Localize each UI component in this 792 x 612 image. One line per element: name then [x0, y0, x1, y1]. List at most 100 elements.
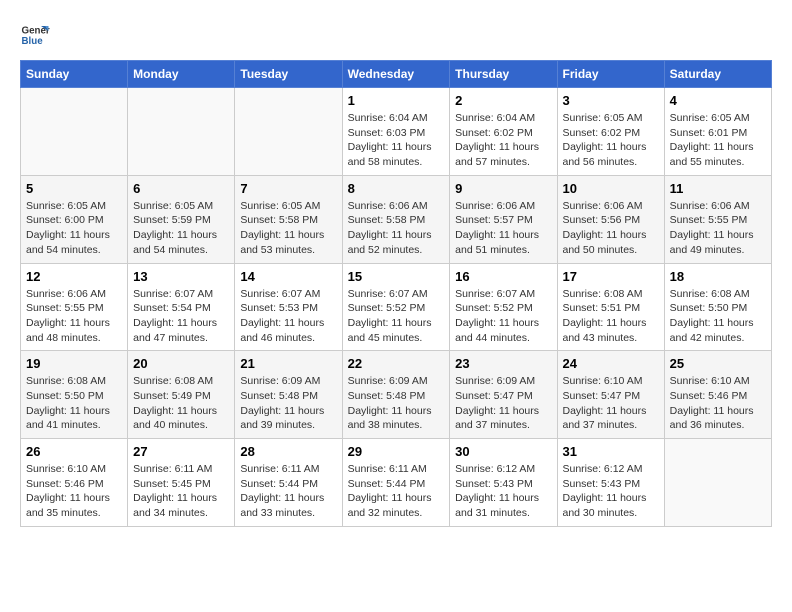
day-cell: 11Sunrise: 6:06 AM Sunset: 5:55 PM Dayli…: [664, 175, 771, 263]
day-cell: 8 Sunrise: 6:06 AM Sunset: 5:58 PM Daylig…: [342, 175, 450, 263]
day-cell: 21Sunrise: 6:09 AM Sunset: 5:48 PM Dayli…: [235, 351, 342, 439]
day-number: 18: [670, 269, 766, 284]
day-info: Sunrise: 6:10 AM Sunset: 5:46 PM Dayligh…: [670, 374, 766, 433]
day-info: Sunrise: 6:11 AM Sunset: 5:44 PM Dayligh…: [348, 462, 445, 521]
day-info: Sunrise: 6:08 AM Sunset: 5:49 PM Dayligh…: [133, 374, 229, 433]
header-cell-tuesday: Tuesday: [235, 61, 342, 88]
day-info: Sunrise: 6:06 AM Sunset: 5:57 PM Dayligh…: [455, 199, 551, 258]
day-number: 4: [670, 93, 766, 108]
day-number: 17: [563, 269, 659, 284]
calendar-table: SundayMondayTuesdayWednesdayThursdayFrid…: [20, 60, 772, 527]
header-cell-friday: Friday: [557, 61, 664, 88]
day-number: 12: [26, 269, 122, 284]
day-cell: 17 Sunrise: 6:08 AM Sunset: 5:51 PM Dayli…: [557, 263, 664, 351]
day-number: 5: [26, 181, 122, 196]
header-cell-saturday: Saturday: [664, 61, 771, 88]
page-header: General Blue: [20, 20, 772, 50]
day-cell: 9 Sunrise: 6:06 AM Sunset: 5:57 PM Daylig…: [450, 175, 557, 263]
day-number: 1: [348, 93, 445, 108]
day-cell: 6 Sunrise: 6:05 AM Sunset: 5:59 PM Daylig…: [128, 175, 235, 263]
day-cell: 15 Sunrise: 6:07 AM Sunset: 5:52 PM Dayli…: [342, 263, 450, 351]
day-info: Sunrise: 6:05 AM Sunset: 5:59 PM Dayligh…: [133, 199, 229, 258]
day-cell: 4Sunrise: 6:05 AM Sunset: 6:01 PM Daylig…: [664, 88, 771, 176]
day-cell: 1 Sunrise: 6:04 AM Sunset: 6:03 PM Daylig…: [342, 88, 450, 176]
day-cell: 27 Sunrise: 6:11 AM Sunset: 5:45 PM Dayli…: [128, 439, 235, 527]
day-info: Sunrise: 6:09 AM Sunset: 5:47 PM Dayligh…: [455, 374, 551, 433]
day-number: 19: [26, 356, 122, 371]
day-cell: 23 Sunrise: 6:09 AM Sunset: 5:47 PM Dayli…: [450, 351, 557, 439]
day-number: 27: [133, 444, 229, 459]
day-cell: 14 Sunrise: 6:07 AM Sunset: 5:53 PM Dayli…: [235, 263, 342, 351]
day-number: 29: [348, 444, 445, 459]
day-info: Sunrise: 6:09 AM Sunset: 5:48 PM Dayligh…: [240, 374, 336, 433]
header-row: SundayMondayTuesdayWednesdayThursdayFrid…: [21, 61, 772, 88]
day-number: 15: [348, 269, 445, 284]
day-cell: 16Sunrise: 6:07 AM Sunset: 5:52 PM Dayli…: [450, 263, 557, 351]
day-cell: 26Sunrise: 6:10 AM Sunset: 5:46 PM Dayli…: [21, 439, 128, 527]
day-info: Sunrise: 6:05 AM Sunset: 6:02 PM Dayligh…: [563, 111, 659, 170]
day-number: 30: [455, 444, 551, 459]
day-cell: 30 Sunrise: 6:12 AM Sunset: 5:43 PM Dayli…: [450, 439, 557, 527]
header-cell-monday: Monday: [128, 61, 235, 88]
day-cell: 31Sunrise: 6:12 AM Sunset: 5:43 PM Dayli…: [557, 439, 664, 527]
day-info: Sunrise: 6:08 AM Sunset: 5:51 PM Dayligh…: [563, 287, 659, 346]
svg-text:Blue: Blue: [22, 36, 44, 47]
day-number: 7: [240, 181, 336, 196]
day-info: Sunrise: 6:08 AM Sunset: 5:50 PM Dayligh…: [26, 374, 122, 433]
day-info: Sunrise: 6:04 AM Sunset: 6:03 PM Dayligh…: [348, 111, 445, 170]
day-info: Sunrise: 6:08 AM Sunset: 5:50 PM Dayligh…: [670, 287, 766, 346]
day-cell: 3 Sunrise: 6:05 AM Sunset: 6:02 PM Daylig…: [557, 88, 664, 176]
day-cell: 10 Sunrise: 6:06 AM Sunset: 5:56 PM Dayli…: [557, 175, 664, 263]
day-number: 28: [240, 444, 336, 459]
day-number: 2: [455, 93, 551, 108]
day-info: Sunrise: 6:07 AM Sunset: 5:53 PM Dayligh…: [240, 287, 336, 346]
day-number: 8: [348, 181, 445, 196]
day-cell: 29 Sunrise: 6:11 AM Sunset: 5:44 PM Dayli…: [342, 439, 450, 527]
day-info: Sunrise: 6:11 AM Sunset: 5:44 PM Dayligh…: [240, 462, 336, 521]
day-number: 14: [240, 269, 336, 284]
week-row-4: 19 Sunrise: 6:08 AM Sunset: 5:50 PM Dayli…: [21, 351, 772, 439]
day-cell: 25 Sunrise: 6:10 AM Sunset: 5:46 PM Dayli…: [664, 351, 771, 439]
day-cell: [21, 88, 128, 176]
header-cell-sunday: Sunday: [21, 61, 128, 88]
day-cell: 18 Sunrise: 6:08 AM Sunset: 5:50 PM Dayli…: [664, 263, 771, 351]
day-cell: [235, 88, 342, 176]
day-cell: 12Sunrise: 6:06 AM Sunset: 5:55 PM Dayli…: [21, 263, 128, 351]
week-row-1: 1 Sunrise: 6:04 AM Sunset: 6:03 PM Daylig…: [21, 88, 772, 176]
day-info: Sunrise: 6:06 AM Sunset: 5:55 PM Dayligh…: [670, 199, 766, 258]
day-cell: 19 Sunrise: 6:08 AM Sunset: 5:50 PM Dayli…: [21, 351, 128, 439]
day-number: 6: [133, 181, 229, 196]
day-number: 26: [26, 444, 122, 459]
day-info: Sunrise: 6:10 AM Sunset: 5:47 PM Dayligh…: [563, 374, 659, 433]
day-cell: 5 Sunrise: 6:05 AM Sunset: 6:00 PM Daylig…: [21, 175, 128, 263]
day-info: Sunrise: 6:12 AM Sunset: 5:43 PM Dayligh…: [455, 462, 551, 521]
day-cell: 13Sunrise: 6:07 AM Sunset: 5:54 PM Dayli…: [128, 263, 235, 351]
day-cell: 7 Sunrise: 6:05 AM Sunset: 5:58 PM Daylig…: [235, 175, 342, 263]
day-number: 10: [563, 181, 659, 196]
day-number: 25: [670, 356, 766, 371]
day-info: Sunrise: 6:09 AM Sunset: 5:48 PM Dayligh…: [348, 374, 445, 433]
day-info: Sunrise: 6:11 AM Sunset: 5:45 PM Dayligh…: [133, 462, 229, 521]
logo: General Blue: [20, 20, 50, 50]
day-info: Sunrise: 6:05 AM Sunset: 5:58 PM Dayligh…: [240, 199, 336, 258]
day-cell: 20Sunrise: 6:08 AM Sunset: 5:49 PM Dayli…: [128, 351, 235, 439]
day-cell: [664, 439, 771, 527]
header-cell-thursday: Thursday: [450, 61, 557, 88]
day-cell: 22 Sunrise: 6:09 AM Sunset: 5:48 PM Dayli…: [342, 351, 450, 439]
day-info: Sunrise: 6:07 AM Sunset: 5:52 PM Dayligh…: [455, 287, 551, 346]
day-info: Sunrise: 6:07 AM Sunset: 5:54 PM Dayligh…: [133, 287, 229, 346]
day-info: Sunrise: 6:05 AM Sunset: 6:00 PM Dayligh…: [26, 199, 122, 258]
day-cell: 2 Sunrise: 6:04 AM Sunset: 6:02 PM Daylig…: [450, 88, 557, 176]
day-number: 22: [348, 356, 445, 371]
week-row-2: 5 Sunrise: 6:05 AM Sunset: 6:00 PM Daylig…: [21, 175, 772, 263]
day-info: Sunrise: 6:06 AM Sunset: 5:56 PM Dayligh…: [563, 199, 659, 258]
header-cell-wednesday: Wednesday: [342, 61, 450, 88]
day-info: Sunrise: 6:04 AM Sunset: 6:02 PM Dayligh…: [455, 111, 551, 170]
day-number: 9: [455, 181, 551, 196]
day-info: Sunrise: 6:07 AM Sunset: 5:52 PM Dayligh…: [348, 287, 445, 346]
day-cell: 24Sunrise: 6:10 AM Sunset: 5:47 PM Dayli…: [557, 351, 664, 439]
day-number: 3: [563, 93, 659, 108]
week-row-5: 26Sunrise: 6:10 AM Sunset: 5:46 PM Dayli…: [21, 439, 772, 527]
day-info: Sunrise: 6:06 AM Sunset: 5:58 PM Dayligh…: [348, 199, 445, 258]
day-number: 23: [455, 356, 551, 371]
